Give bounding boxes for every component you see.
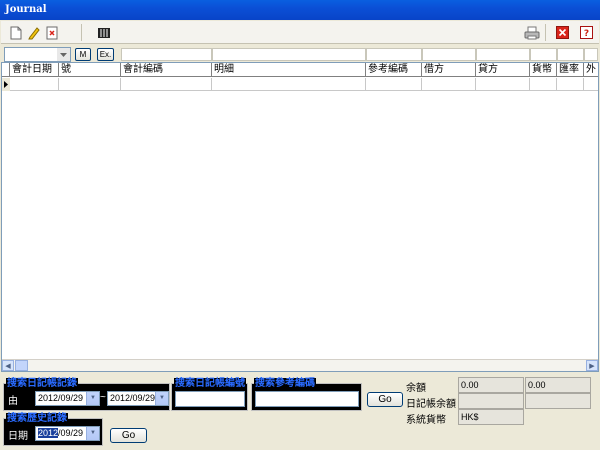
search-journal-legend: 搜索日記帳記錄 [6,378,78,389]
filter-cell-foreign[interactable] [584,48,598,61]
toolbar-separator [545,24,546,41]
journal-number-input[interactable] [175,391,245,407]
filter-cell-reference[interactable] [366,48,422,61]
filter-cell-account-code[interactable] [121,48,212,61]
filter-field-select[interactable] [4,47,71,62]
chevron-down-icon[interactable] [57,48,70,61]
history-date-select[interactable]: 2012/09/29 ▼ [35,426,100,441]
header-corner [2,63,10,77]
scroll-left-icon[interactable]: ◀ [2,360,14,371]
from-date-value: 2012/09/29 [38,393,84,403]
history-date-year: 2012 [38,428,59,438]
search-reference-panel: 搜索參考編碼 [251,378,362,411]
date-label: 日期 [8,431,28,442]
balance-value-1: 0.00 [458,377,524,393]
column-header-credit[interactable]: 貸方 [476,63,530,77]
search-reference-legend: 搜索參考編碼 [254,378,316,389]
filter-cell-credit[interactable] [476,48,530,61]
column-header-foreign[interactable]: 外 [584,63,598,77]
system-currency-label: 系統貨幣 [406,415,446,426]
from-label: 由 [8,396,18,407]
table-cell[interactable] [530,78,557,91]
history-date-rest: /09/29 [58,428,84,438]
column-header-debit[interactable]: 借方 [422,63,476,77]
column-header-number[interactable]: 號 [59,63,121,77]
scroll-thumb[interactable] [15,360,28,371]
filter-row: M Ex. [1,46,599,62]
reference-code-input[interactable] [255,391,359,407]
journal-balance-value-2 [525,393,591,409]
chevron-down-icon[interactable]: ▼ [155,392,168,405]
svg-text:?: ? [583,29,588,39]
history-go-button[interactable]: Go [110,428,147,443]
to-date-value: 2012/09/29 [110,393,156,403]
delete-icon[interactable] [43,24,61,41]
scroll-right-icon[interactable]: ▶ [586,360,598,371]
journal-balance-label: 日記帳余額 [406,399,456,410]
filter-cell-rate[interactable] [557,48,584,61]
new-icon[interactable] [7,24,25,41]
date-separator: ~ [100,392,106,403]
help-icon[interactable]: ? [577,24,595,41]
toolbar: ? [1,21,599,44]
chevron-down-icon[interactable]: ▼ [86,427,99,440]
balance-label: 余額 [406,383,426,394]
search-journal-number-legend: 搜索日記帳編號 [174,378,246,389]
grid-header: 會計日期 號 會計編碼 明細 參考編碼 借方 貸方 貨幣 匯率 外 [2,63,598,77]
from-date-select[interactable]: 2012/09/29 ▼ [35,391,100,406]
column-header-currency[interactable]: 貨幣 [530,63,557,77]
table-cell[interactable] [59,78,121,91]
table-cell[interactable] [557,78,584,91]
search-journal-panel: 搜索日記帳記錄 由 2012/09/29 ▼ ~ 2012/09/29 ▼ [3,378,170,411]
ex-button[interactable]: Ex. [97,48,114,61]
columns-icon[interactable] [95,24,113,41]
chevron-down-icon[interactable]: ▼ [86,392,99,405]
column-header-accounting-date[interactable]: 會計日期 [10,63,59,77]
current-row-indicator-icon [2,78,10,91]
journal-grid[interactable]: 會計日期 號 會計編碼 明細 參考編碼 借方 貸方 貨幣 匯率 外 ◀ ▶ [1,62,599,372]
column-header-description[interactable]: 明細 [212,63,366,77]
go-button[interactable]: Go [367,392,403,407]
table-cell[interactable] [212,78,366,91]
journal-balance-value-1 [458,393,524,409]
filter-cell-debit[interactable] [422,48,476,61]
balance-value-2: 0.00 [525,377,591,393]
toolbar-separator [81,24,82,41]
column-header-account-code[interactable]: 會計編碼 [121,63,212,77]
m-button[interactable]: M [75,48,91,61]
table-cell[interactable] [476,78,530,91]
search-history-legend: 搜索歷史記錄 [6,413,68,424]
window-title: Journal [0,0,600,20]
close-icon[interactable] [553,24,571,41]
column-header-reference-code[interactable]: 參考編碼 [366,63,422,77]
table-cell[interactable] [366,78,422,91]
table-cell[interactable] [10,78,59,91]
print-icon[interactable] [523,24,541,41]
system-currency-value: HK$ [458,409,524,425]
table-cell[interactable] [121,78,212,91]
to-date-select[interactable]: 2012/09/29 ▼ [107,391,169,406]
search-history-panel: 搜索歷史記錄 日期 2012/09/29 ▼ [3,413,103,446]
edit-icon[interactable] [25,24,43,41]
filter-cell-description[interactable] [212,48,366,61]
table-cell[interactable] [422,78,476,91]
horizontal-scrollbar[interactable]: ◀ ▶ [2,359,598,371]
search-journal-number-panel: 搜索日記帳編號 [171,378,248,411]
table-row[interactable] [2,78,598,91]
column-header-rate[interactable]: 匯率 [557,63,584,77]
filter-cell-currency[interactable] [530,48,557,61]
